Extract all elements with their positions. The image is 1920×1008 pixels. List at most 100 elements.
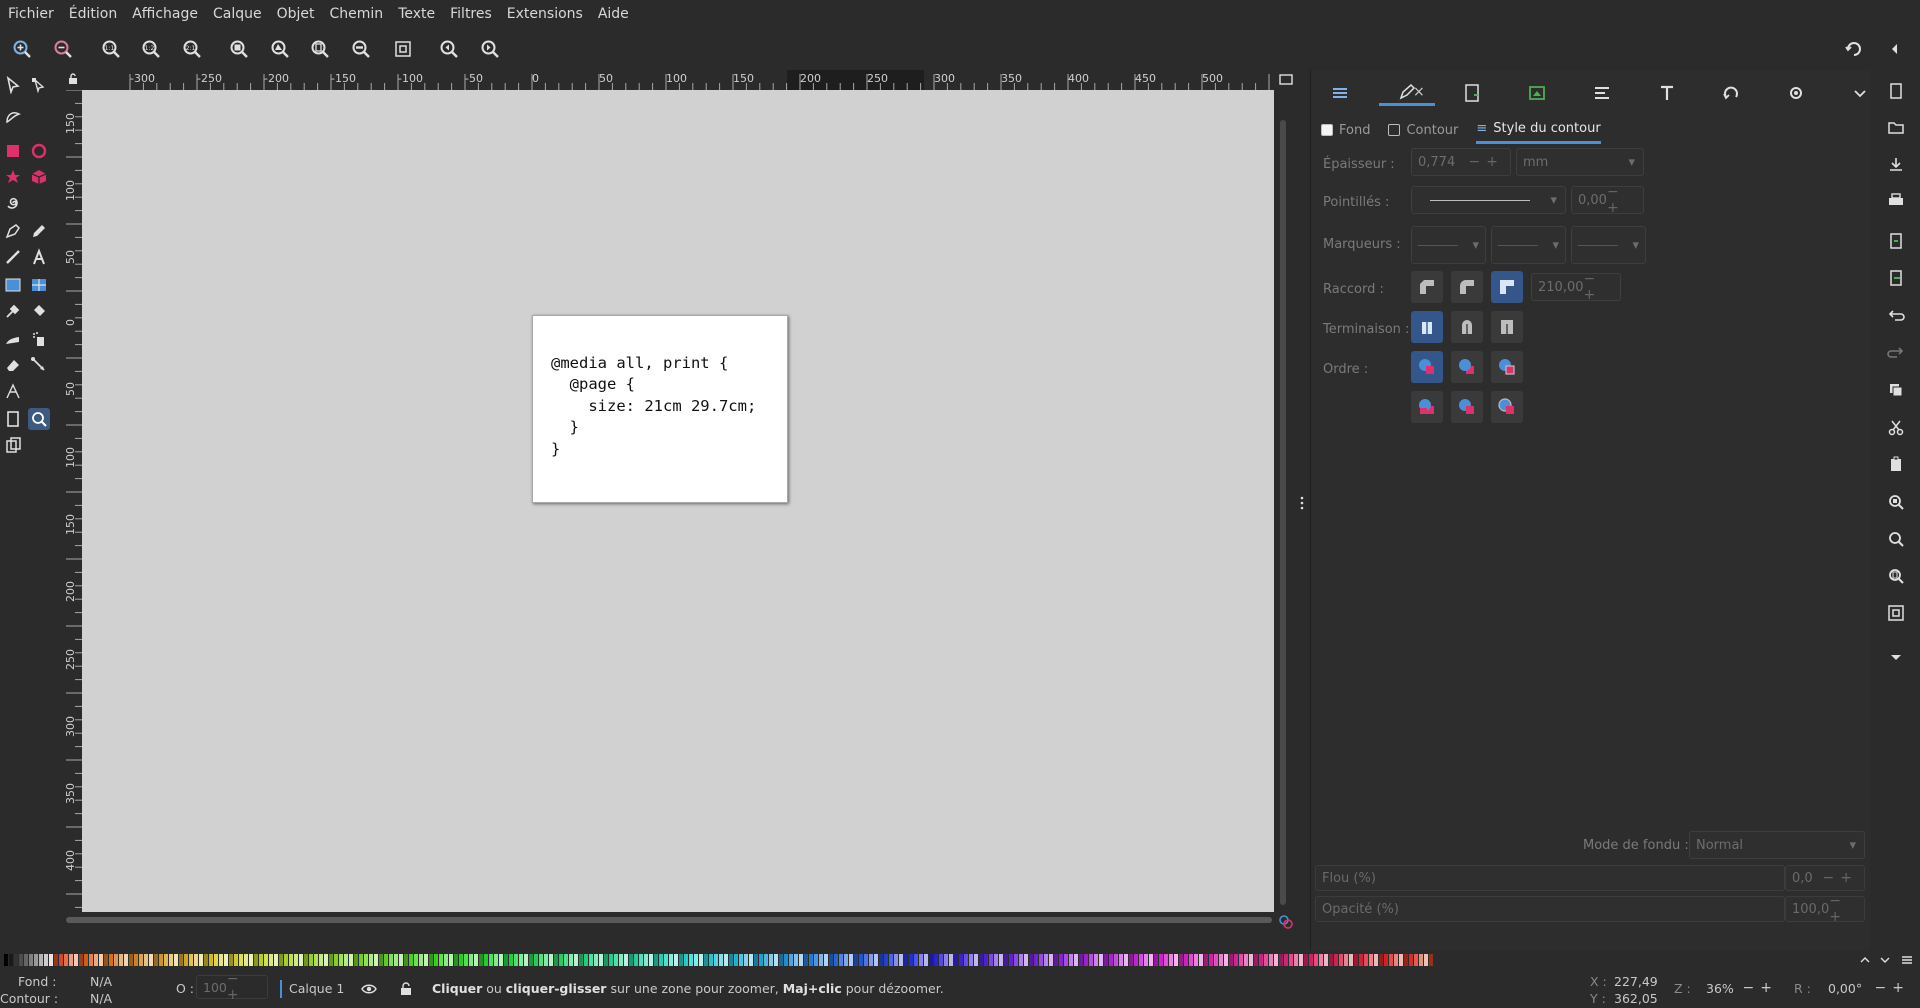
zoom-center-page-icon[interactable] xyxy=(391,37,415,61)
palette-swatch[interactable] xyxy=(829,954,833,966)
palette-swatch[interactable] xyxy=(819,954,823,966)
node-tool-icon[interactable] xyxy=(28,74,50,96)
palette-swatch[interactable] xyxy=(439,954,443,966)
palette-swatch[interactable] xyxy=(979,954,983,966)
palette-scroll-down-icon[interactable] xyxy=(1878,953,1892,967)
palette-swatches[interactable] xyxy=(4,954,1434,966)
palette-swatch[interactable] xyxy=(869,954,873,966)
palette-swatch[interactable] xyxy=(679,954,683,966)
palette-swatch[interactable] xyxy=(1249,954,1253,966)
palette-swatch[interactable] xyxy=(44,954,48,966)
paint-order-markers-fill-stroke-icon[interactable] xyxy=(1411,391,1443,423)
palette-swatch[interactable] xyxy=(1344,954,1348,966)
stepper-icon[interactable]: −+ xyxy=(1743,980,1778,996)
palette-swatch[interactable] xyxy=(94,954,98,966)
palette-swatch[interactable] xyxy=(89,954,93,966)
import-icon[interactable] xyxy=(1885,230,1907,252)
palette-swatch[interactable] xyxy=(384,954,388,966)
palette-swatch[interactable] xyxy=(589,954,593,966)
palette-swatch[interactable] xyxy=(649,954,653,966)
palette-swatch[interactable] xyxy=(149,954,153,966)
palette-swatch[interactable] xyxy=(1169,954,1173,966)
vertical-scrollbar[interactable] xyxy=(1280,120,1286,905)
palette-swatch[interactable] xyxy=(929,954,933,966)
palette-swatch[interactable] xyxy=(674,954,678,966)
palette-swatch[interactable] xyxy=(209,954,213,966)
zoom-1-2-icon[interactable]: 1:2 xyxy=(139,37,163,61)
palette-swatch[interactable] xyxy=(1019,954,1023,966)
palette-swatch[interactable] xyxy=(639,954,643,966)
zoom-page-icon[interactable] xyxy=(308,37,332,61)
palette-swatch[interactable] xyxy=(534,954,538,966)
dash-pattern-select[interactable]: ▾ xyxy=(1411,186,1566,214)
palette-swatch[interactable] xyxy=(464,954,468,966)
palette-swatch[interactable] xyxy=(109,954,113,966)
palette-swatch[interactable] xyxy=(1374,954,1378,966)
palette-swatch[interactable] xyxy=(564,954,568,966)
palette-swatch[interactable] xyxy=(1219,954,1223,966)
palette-swatch[interactable] xyxy=(504,954,508,966)
palette-swatch[interactable] xyxy=(1084,954,1088,966)
lock-guides-icon[interactable] xyxy=(66,72,80,86)
palette-swatch[interactable] xyxy=(1234,954,1238,966)
palette-swatch[interactable] xyxy=(1209,954,1213,966)
palette-swatch[interactable] xyxy=(814,954,818,966)
palette-swatch[interactable] xyxy=(1334,954,1338,966)
palette-swatch[interactable] xyxy=(1329,954,1333,966)
palette-swatch[interactable] xyxy=(364,954,368,966)
paint-order-stroke-fill-markers-icon[interactable] xyxy=(1451,351,1483,383)
align-tab-icon[interactable] xyxy=(1589,80,1615,106)
palette-swatch[interactable] xyxy=(864,954,868,966)
palette-swatch[interactable] xyxy=(1134,954,1138,966)
close-tab-icon[interactable]: × xyxy=(1413,84,1425,100)
paint-order-fill-stroke-markers-icon[interactable] xyxy=(1411,351,1443,383)
palette-swatch[interactable] xyxy=(1279,954,1283,966)
current-layer[interactable]: Calque 1 xyxy=(289,981,344,996)
dash-offset-input[interactable]: 0,00 −+ xyxy=(1571,184,1644,216)
palette-swatch[interactable] xyxy=(274,954,278,966)
palette-swatch[interactable] xyxy=(924,954,928,966)
palette-swatch[interactable] xyxy=(1389,954,1393,966)
palette-swatch[interactable] xyxy=(264,954,268,966)
palette-swatch[interactable] xyxy=(29,954,33,966)
spiral-tool-icon[interactable] xyxy=(2,192,24,214)
palette-swatch[interactable] xyxy=(724,954,728,966)
stroke-width-input[interactable]: 0,774 −+ xyxy=(1411,148,1511,176)
palette-swatch[interactable] xyxy=(284,954,288,966)
cut-icon[interactable] xyxy=(1885,416,1907,438)
zoom-in-icon[interactable] xyxy=(10,37,34,61)
palette-swatch[interactable] xyxy=(1429,954,1433,966)
mesh-tool-icon[interactable] xyxy=(28,274,50,296)
opacity-slider[interactable]: Opacité (%) xyxy=(1315,896,1785,922)
palette-swatch[interactable] xyxy=(719,954,723,966)
eraser-tool-icon[interactable] xyxy=(2,354,24,376)
palette-swatch[interactable] xyxy=(4,954,8,966)
connector-tool-icon[interactable] xyxy=(28,354,50,376)
palette-swatch[interactable] xyxy=(759,954,763,966)
palette-swatch[interactable] xyxy=(1104,954,1108,966)
pages-duplicate-tool-icon[interactable] xyxy=(2,434,24,456)
palette-swatch[interactable] xyxy=(244,954,248,966)
palette-swatch[interactable] xyxy=(454,954,458,966)
palette-swatch[interactable] xyxy=(409,954,413,966)
palette-swatch[interactable] xyxy=(569,954,573,966)
zoom-drawing-cmd-icon[interactable] xyxy=(1885,528,1907,550)
palette-swatch[interactable] xyxy=(514,954,518,966)
fill-stroke-tab-icon[interactable]: × xyxy=(1379,80,1435,106)
palette-swatch[interactable] xyxy=(859,954,863,966)
palette-swatch[interactable] xyxy=(129,954,133,966)
zoom-2-1-icon[interactable]: 2:1 xyxy=(180,37,204,61)
palette-swatch[interactable] xyxy=(1039,954,1043,966)
palette-swatch[interactable] xyxy=(319,954,323,966)
palette-swatch[interactable] xyxy=(139,954,143,966)
palette-swatch[interactable] xyxy=(1129,954,1133,966)
palette-swatch[interactable] xyxy=(844,954,848,966)
palette-swatch[interactable] xyxy=(59,954,63,966)
layer-lock-icon[interactable] xyxy=(398,981,414,997)
palette-swatch[interactable] xyxy=(904,954,908,966)
palette-swatch[interactable] xyxy=(239,954,243,966)
palette-swatch[interactable] xyxy=(214,954,218,966)
palette-swatch[interactable] xyxy=(1359,954,1363,966)
palette-swatch[interactable] xyxy=(1214,954,1218,966)
palette-swatch[interactable] xyxy=(1144,954,1148,966)
